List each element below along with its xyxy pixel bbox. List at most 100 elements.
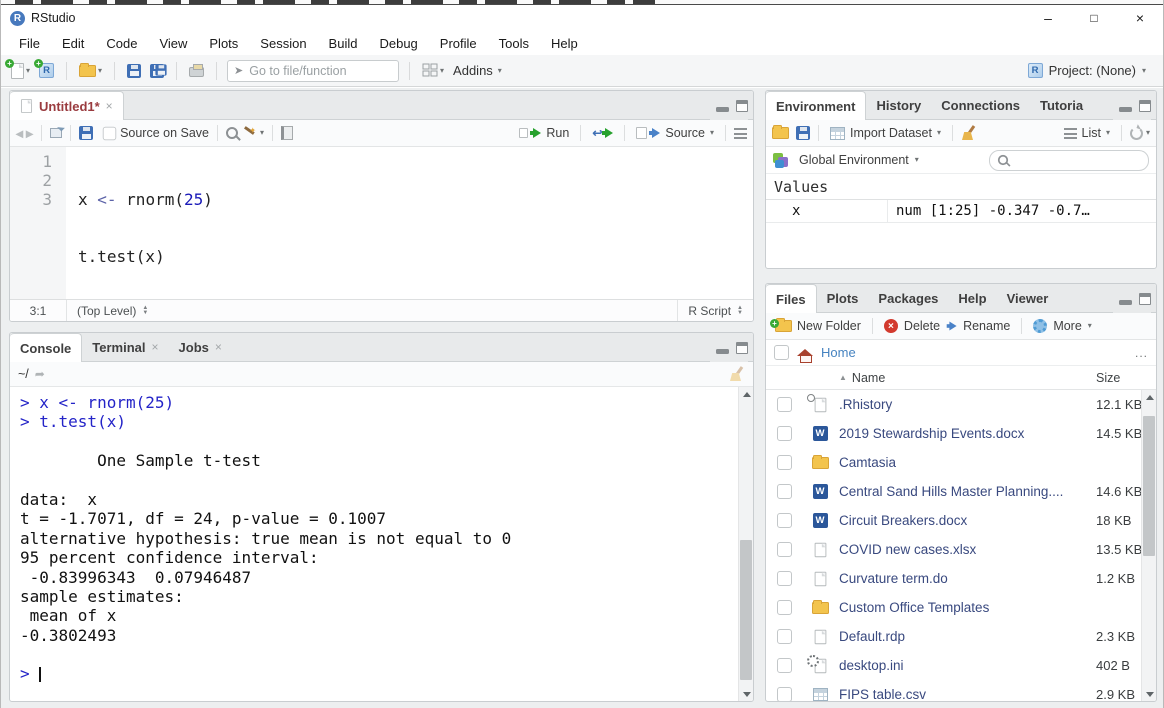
- close-button[interactable]: ×: [1117, 5, 1163, 31]
- name-column-header[interactable]: ▲ Name: [766, 371, 885, 385]
- menu-help[interactable]: Help: [540, 36, 589, 51]
- minimize-pane-icon[interactable]: [1119, 107, 1132, 112]
- rename-button[interactable]: Rename: [946, 317, 1013, 335]
- file-row[interactable]: .Rhistory 12.1 KB: [766, 390, 1156, 419]
- file-row[interactable]: COVID new cases.xlsx 13.5 KB: [766, 535, 1156, 564]
- menu-file[interactable]: File: [8, 36, 51, 51]
- new-file-button[interactable]: + ▾: [8, 61, 33, 81]
- menu-session[interactable]: Session: [249, 36, 317, 51]
- maximize-pane-icon[interactable]: [736, 342, 748, 354]
- select-all-checkbox[interactable]: [774, 345, 789, 360]
- new-folder-button[interactable]: + New Folder: [772, 317, 864, 335]
- scroll-up-arrow[interactable]: [1142, 390, 1156, 404]
- minimize-pane-icon[interactable]: [716, 107, 729, 112]
- tab-packages[interactable]: Packages: [868, 284, 948, 312]
- tab-console[interactable]: Console: [10, 333, 82, 362]
- file-row[interactable]: Curvature term.do 1.2 KB: [766, 564, 1156, 593]
- show-in-new-window-icon[interactable]: [50, 128, 62, 138]
- print-button[interactable]: [186, 62, 207, 79]
- maximize-pane-icon[interactable]: [736, 100, 748, 112]
- goto-directory-icon[interactable]: ➦: [35, 367, 45, 381]
- tab-plots[interactable]: Plots: [817, 284, 869, 312]
- close-icon[interactable]: ×: [152, 340, 159, 354]
- scrollbar-thumb[interactable]: [1143, 416, 1155, 556]
- run-button[interactable]: Run: [516, 124, 572, 142]
- maximize-pane-icon[interactable]: [1139, 100, 1151, 112]
- file-checkbox[interactable]: [777, 513, 792, 528]
- delete-button[interactable]: × Delete: [881, 317, 943, 335]
- console-output[interactable]: > x <- rnorm(25) > t.test(x) One Sample …: [10, 387, 753, 701]
- menu-view[interactable]: View: [148, 36, 198, 51]
- open-file-button[interactable]: ▾: [76, 63, 105, 79]
- addins-button[interactable]: Addins ▾: [450, 61, 505, 80]
- console-prompt-line[interactable]: >: [20, 664, 729, 683]
- file-checkbox[interactable]: [777, 426, 792, 441]
- environment-scope-selector[interactable]: Global Environment ▾: [796, 151, 922, 169]
- import-dataset-button[interactable]: Import Dataset ▾: [827, 124, 944, 142]
- scroll-up-arrow[interactable]: [739, 387, 753, 401]
- file-checkbox[interactable]: [777, 571, 792, 586]
- tab-files[interactable]: Files: [766, 284, 817, 313]
- rerun-button[interactable]: ↩: [589, 124, 616, 142]
- environment-entry-x[interactable]: x num [1:25] -0.347 -0.7…: [766, 200, 1156, 223]
- maximize-pane-icon[interactable]: [1139, 293, 1151, 305]
- chevron-down-icon[interactable]: ▾: [1146, 129, 1150, 137]
- file-row[interactable]: Custom Office Templates: [766, 593, 1156, 622]
- file-checkbox[interactable]: [777, 397, 792, 412]
- tab-connections[interactable]: Connections: [931, 91, 1030, 119]
- code-editor[interactable]: 1 2 3 x <- rnorm(25) t.test(x): [10, 147, 753, 299]
- file-checkbox[interactable]: [777, 658, 792, 673]
- tab-viewer[interactable]: Viewer: [997, 284, 1059, 312]
- chevron-down-icon[interactable]: ▾: [260, 129, 264, 137]
- file-type-selector[interactable]: R Script ▲▼: [677, 300, 753, 321]
- breadcrumb-home-link[interactable]: Home: [821, 345, 856, 360]
- back-icon[interactable]: ◂: [16, 125, 23, 142]
- scope-selector[interactable]: (Top Level) ▲▼: [66, 300, 677, 321]
- scroll-down-arrow[interactable]: [1142, 687, 1156, 701]
- path-more-button[interactable]: ...: [1135, 346, 1148, 360]
- scroll-down-arrow[interactable]: [739, 687, 753, 701]
- file-row[interactable]: FIPS table.csv 2.9 KB: [766, 680, 1156, 701]
- menu-plots[interactable]: Plots: [198, 36, 249, 51]
- source-button[interactable]: Source ▾: [633, 124, 717, 142]
- clear-environment-broom-icon[interactable]: [961, 125, 977, 141]
- code-lines[interactable]: x <- rnorm(25) t.test(x): [66, 147, 213, 299]
- chevron-down-icon[interactable]: ▾: [26, 67, 30, 75]
- file-row[interactable]: desktop.ini 402 B: [766, 651, 1156, 680]
- list-view-button[interactable]: List ▾: [1061, 124, 1113, 142]
- menu-edit[interactable]: Edit: [51, 36, 95, 51]
- file-checkbox[interactable]: [777, 455, 792, 470]
- menu-profile[interactable]: Profile: [429, 36, 488, 51]
- save-icon[interactable]: [79, 126, 93, 140]
- file-checkbox[interactable]: [777, 484, 792, 499]
- console-scrollbar[interactable]: [738, 387, 753, 701]
- file-checkbox[interactable]: [777, 542, 792, 557]
- file-row[interactable]: W Circuit Breakers.docx 18 KB: [766, 506, 1156, 535]
- tab-jobs[interactable]: Jobs×: [169, 333, 232, 361]
- load-workspace-icon[interactable]: [772, 127, 789, 139]
- chevron-down-icon[interactable]: ▾: [710, 129, 714, 137]
- clear-console-broom-icon[interactable]: [729, 366, 745, 382]
- file-checkbox[interactable]: [777, 600, 792, 615]
- more-button[interactable]: More ▾: [1030, 317, 1095, 335]
- forward-icon[interactable]: ▸: [26, 125, 33, 142]
- file-checkbox[interactable]: [777, 629, 792, 644]
- menu-code[interactable]: Code: [95, 36, 148, 51]
- scrollbar-thumb[interactable]: [740, 540, 752, 680]
- save-all-button[interactable]: [147, 62, 167, 80]
- maximize-button[interactable]: □: [1071, 5, 1117, 31]
- chevron-down-icon[interactable]: ▾: [98, 67, 102, 75]
- file-row[interactable]: Default.rdp 2.3 KB: [766, 622, 1156, 651]
- close-icon[interactable]: ×: [215, 340, 222, 354]
- save-workspace-icon[interactable]: [796, 126, 810, 140]
- project-menu-button[interactable]: R Project: (None) ▾: [1028, 63, 1146, 78]
- refresh-icon[interactable]: [1130, 127, 1143, 140]
- file-row[interactable]: W 2019 Stewardship Events.docx 14.5 KB: [766, 419, 1156, 448]
- tab-terminal[interactable]: Terminal×: [82, 333, 168, 361]
- size-column-header[interactable]: Size: [1096, 371, 1120, 385]
- environment-search-box[interactable]: [989, 150, 1149, 171]
- file-checkbox[interactable]: [777, 687, 792, 701]
- chevron-down-icon[interactable]: ▾: [440, 67, 444, 75]
- environment-search-input[interactable]: [1014, 153, 1157, 167]
- search-icon[interactable]: [226, 127, 238, 139]
